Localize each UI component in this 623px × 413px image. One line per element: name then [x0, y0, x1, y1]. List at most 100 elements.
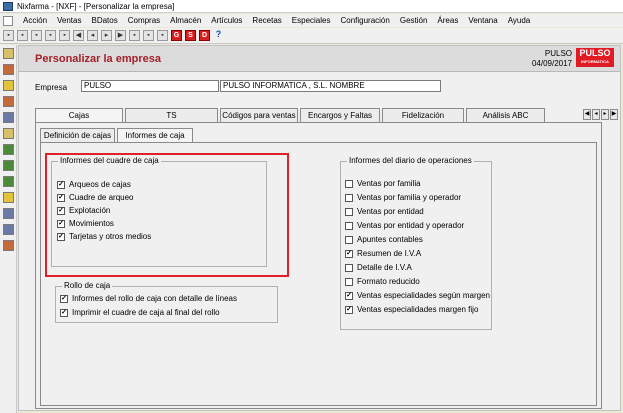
left-tool-12-icon[interactable] [3, 224, 14, 235]
check-label: Resumen de I.V.A [357, 249, 422, 258]
check-row-ventas-entidad[interactable]: Ventas por entidad [345, 207, 424, 216]
tab-fidelizacion[interactable]: Fidelización [382, 108, 464, 122]
new-icon[interactable]: ▪ [45, 30, 56, 41]
checkbox[interactable] [345, 263, 353, 272]
checkbox[interactable]: ✓ [345, 249, 353, 258]
first-icon[interactable]: ◀ [73, 30, 84, 41]
delete-icon[interactable]: ▪ [59, 30, 70, 41]
checkbox[interactable] [345, 193, 353, 202]
save-icon[interactable]: ▪ [3, 30, 14, 41]
s-button[interactable]: S [185, 30, 196, 41]
menu-especiales[interactable]: Especiales [287, 16, 336, 25]
menu-areas[interactable]: Áreas [432, 16, 463, 25]
warning-icon[interactable] [3, 192, 14, 203]
group-diario-operaciones: Informes del diario de operaciones Venta… [340, 156, 492, 330]
check-row-ventas-margen-fijo[interactable]: ✓ Ventas especialidades margen fijo [345, 305, 478, 314]
next-icon[interactable]: ▸ [101, 30, 112, 41]
empresa-code-field[interactable]: PULSO [81, 80, 219, 92]
check-row-rollo-detalle[interactable]: ✓ Informes del rollo de caja con detalle … [60, 294, 237, 303]
print-icon[interactable]: ▪ [17, 30, 28, 41]
check-row-formato-reducido[interactable]: Formato reducido [345, 277, 420, 286]
checkbox[interactable] [345, 207, 353, 216]
checkbox[interactable]: ✓ [60, 308, 68, 317]
check-row-detalle-iva[interactable]: Detalle de I.V.A [345, 263, 412, 272]
group-rollo-caja: Rollo de caja ✓ Informes del rollo de caj… [55, 281, 278, 323]
company-name: PULSO [544, 49, 572, 58]
tab-last-icon[interactable]: ▶ [610, 109, 618, 120]
checkbox[interactable] [345, 277, 353, 286]
group-rollo-title: Rollo de caja [62, 281, 113, 290]
menu-compras[interactable]: Compras [123, 16, 165, 25]
subtab-informes-caja[interactable]: Informes de caja [117, 128, 193, 143]
tab-next-icon[interactable]: ▸ [601, 109, 609, 120]
checkbox[interactable] [345, 179, 353, 188]
g-button[interactable]: G [171, 30, 182, 41]
menu-ventana[interactable]: Ventana [463, 16, 502, 25]
check-label: Ventas por entidad [357, 207, 424, 216]
menu-ventas[interactable]: Ventas [52, 16, 86, 25]
tab-codigos-ventas[interactable]: Códigos para ventas [220, 108, 298, 122]
checkbox[interactable] [345, 221, 353, 230]
last-icon[interactable]: ▶ [115, 30, 126, 41]
tab-encargos-faltas[interactable]: Encargos y Faltas [300, 108, 380, 122]
tab-ts[interactable]: TS [125, 108, 218, 122]
tab-analisis-abc[interactable]: Análisis ABC [466, 108, 545, 122]
menu-bdatos[interactable]: BDatos [86, 16, 122, 25]
checkbox[interactable] [345, 235, 353, 244]
left-tool-9-icon[interactable] [3, 176, 14, 187]
edit-icon[interactable]: ▪ [157, 30, 168, 41]
menu-gestion[interactable]: Gestión [395, 16, 433, 25]
highlight-box [45, 153, 289, 277]
left-tool-1-icon[interactable] [3, 48, 14, 59]
check-row-imprimir-cuadre[interactable]: ✓ Imprimir el cuadre de caja al final del… [60, 308, 220, 317]
check-label: Ventas por familia [357, 179, 421, 188]
tab-cajas[interactable]: Cajas [35, 108, 123, 123]
tab-first-icon[interactable]: ◀ [583, 109, 591, 120]
left-tool-8-icon[interactable] [3, 160, 14, 171]
group-diario-title: Informes del diario de operaciones [347, 156, 474, 165]
menu-almacen[interactable]: Almacén [165, 16, 206, 25]
refresh-icon[interactable]: ▪ [129, 30, 140, 41]
find-icon[interactable]: ▪ [31, 30, 42, 41]
left-tool-7-icon[interactable] [3, 144, 14, 155]
checkbox[interactable]: ✓ [345, 291, 353, 300]
check-row-ventas-familia[interactable]: Ventas por familia [345, 179, 421, 188]
d-button[interactable]: D [199, 30, 210, 41]
left-tool-4-icon[interactable] [3, 96, 14, 107]
tab-prev-icon[interactable]: ◂ [592, 109, 600, 120]
prev-icon[interactable]: ◂ [87, 30, 98, 41]
check-row-resumen-iva[interactable]: ✓ Resumen de I.V.A [345, 249, 421, 258]
logo-text: PULSO [579, 48, 611, 58]
checkbox[interactable]: ✓ [345, 305, 353, 314]
menu-bar: Acción Ventas BDatos Compras Almacén Art… [0, 14, 623, 27]
menu-configuracion[interactable]: Configuración [335, 16, 394, 25]
left-tool-5-icon[interactable] [3, 112, 14, 123]
checkbox[interactable]: ✓ [60, 294, 68, 303]
check-label: Ventas por entidad y operador [357, 221, 465, 230]
left-tool-13-icon[interactable] [3, 240, 14, 251]
left-tool-3-icon[interactable] [3, 80, 14, 91]
check-label: Imprimir el cuadre de caja al final del … [72, 308, 220, 317]
menu-articulos[interactable]: Artículos [206, 16, 247, 25]
left-tool-11-icon[interactable] [3, 208, 14, 219]
check-row-ventas-margen[interactable]: ✓ Ventas especialidades según margen [345, 291, 490, 300]
check-row-ventas-familia-operador[interactable]: Ventas por familia y operador [345, 193, 461, 202]
empresa-label: Empresa [35, 83, 68, 92]
check-label: Ventas por familia y operador [357, 193, 462, 202]
empresa-name-field[interactable]: PULSO INFORMATICA , S.L. NOMBRE [220, 80, 441, 92]
window-title: Nixfarma - [NXF] - [Personalizar la empr… [17, 1, 175, 11]
menu-ayuda[interactable]: Ayuda [503, 16, 536, 25]
menu-recetas[interactable]: Recetas [247, 16, 286, 25]
calc-icon[interactable]: ▪ [143, 30, 154, 41]
left-tool-2-icon[interactable] [3, 64, 14, 75]
check-row-apuntes-contables[interactable]: Apuntes contables [345, 235, 423, 244]
help-button[interactable]: ? [213, 30, 224, 41]
check-row-ventas-entidad-operador[interactable]: Ventas por entidad y operador [345, 221, 464, 230]
check-label: Detalle de I.V.A [357, 263, 412, 272]
subtab-definicion-cajas[interactable]: Definición de cajas [40, 128, 115, 142]
left-tool-6-icon[interactable] [3, 128, 14, 139]
toolbar: ▪ ▪ ▪ ▪ ▪ ◀ ◂ ▸ ▶ ▪ ▪ ▪ G S D ? [0, 28, 623, 44]
window-titlebar: Nixfarma - [NXF] - [Personalizar la empr… [0, 0, 623, 13]
page-title: Personalizar la empresa [35, 53, 161, 65]
menu-accion[interactable]: Acción [18, 16, 52, 25]
